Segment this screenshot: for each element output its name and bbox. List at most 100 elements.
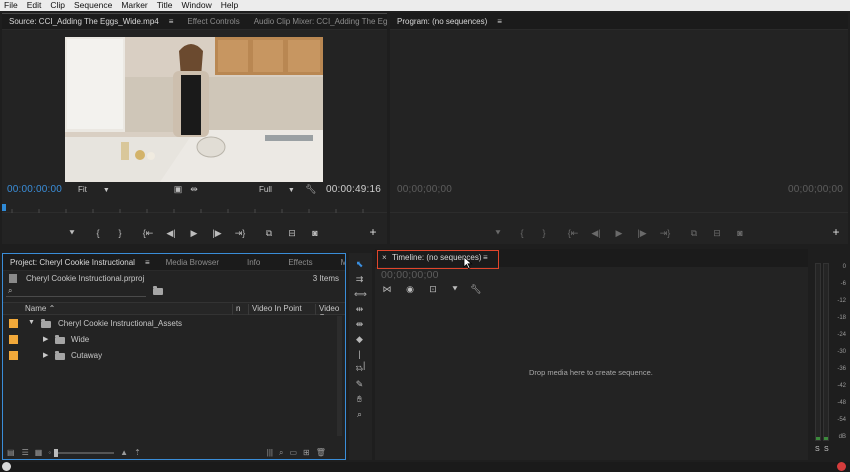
- button-editor-plus-icon[interactable]: +: [830, 226, 842, 238]
- step-back-icon[interactable]: ◀|: [165, 228, 177, 239]
- tab-info[interactable]: Info: [240, 254, 267, 271]
- label-color-swatch[interactable]: [9, 335, 18, 344]
- sort-icons-icon[interactable]: ⇡: [134, 448, 141, 457]
- label-color-swatch[interactable]: [9, 319, 18, 328]
- error-icon[interactable]: [837, 462, 846, 471]
- list-item[interactable]: ▶ Cutaway: [3, 348, 333, 364]
- mark-in-icon[interactable]: {: [92, 228, 104, 239]
- column-n[interactable]: n: [232, 304, 240, 315]
- zoom-out-icon[interactable]: ◦: [48, 448, 51, 457]
- go-to-out-icon[interactable]: ⇥}: [659, 228, 671, 239]
- icon-view-icon[interactable]: ▦: [35, 448, 43, 457]
- tab-program[interactable]: Program: (no sequences): [390, 13, 494, 30]
- mark-in-icon[interactable]: {: [516, 228, 528, 239]
- expand-right-icon[interactable]: ▶: [43, 335, 48, 343]
- automate-to-sequence-icon[interactable]: |||: [267, 448, 273, 457]
- play-icon[interactable]: ▶: [613, 228, 625, 239]
- new-bin-icon[interactable]: [153, 286, 163, 296]
- column-name[interactable]: Name ⌃: [25, 304, 55, 313]
- menu-clip[interactable]: Clip: [50, 0, 65, 11]
- export-frame-icon[interactable]: ◙: [734, 228, 746, 239]
- step-forward-icon[interactable]: |▶: [636, 228, 648, 239]
- label-color-swatch[interactable]: [9, 351, 18, 360]
- insert-nest-icon[interactable]: ⊡: [427, 284, 439, 295]
- column-video-in-point[interactable]: Video In Point: [248, 304, 302, 315]
- solo-right-button[interactable]: S: [824, 446, 829, 453]
- menu-file[interactable]: File: [4, 0, 18, 11]
- tab-markers[interactable]: Mark: [334, 254, 345, 271]
- menu-edit[interactable]: Edit: [27, 0, 42, 11]
- add-marker-icon[interactable]: ⯆: [449, 284, 461, 295]
- menu-help[interactable]: Help: [221, 0, 238, 11]
- selection-tool-icon[interactable]: ⬉: [354, 259, 365, 270]
- new-item-icon[interactable]: ⊞: [303, 448, 310, 457]
- tab-effects[interactable]: Effects: [281, 254, 319, 271]
- track-select-forward-icon[interactable]: ⇉: [354, 274, 365, 285]
- solo-left-button[interactable]: S: [815, 446, 820, 453]
- source-current-timecode[interactable]: 00:00:00:00: [7, 184, 62, 195]
- source-time-ruler[interactable]: [2, 201, 387, 213]
- timeline-timecode[interactable]: 00;00;00;00: [381, 269, 439, 281]
- tab-audio-clip-mixer[interactable]: Audio Clip Mixer: CCI_Adding The Eggs_Wi…: [247, 13, 387, 30]
- step-forward-icon[interactable]: |▶: [211, 228, 223, 239]
- go-to-in-icon[interactable]: {⇤: [567, 228, 579, 239]
- lock-icon[interactable]: ▤: [7, 448, 15, 457]
- lift-icon[interactable]: ⧉: [688, 228, 700, 239]
- source-quality-dropdown[interactable]: Full ▼: [259, 185, 295, 196]
- playhead-marker[interactable]: [2, 204, 6, 211]
- tab-source[interactable]: Source: CCI_Adding The Eggs_Wide.mp4: [2, 13, 166, 30]
- go-to-out-icon[interactable]: ⇥}: [234, 228, 246, 239]
- drag-audio-icon[interactable]: ⇹: [188, 184, 200, 195]
- tab-effect-controls[interactable]: Effect Controls: [180, 13, 246, 30]
- tab-timeline-menu-icon[interactable]: ≡: [483, 253, 488, 262]
- tab-project[interactable]: Project: Cheryl Cookie Instructional: [3, 254, 142, 271]
- menu-title[interactable]: Title: [157, 0, 173, 11]
- zoom-icon[interactable]: ⌕: [354, 409, 365, 420]
- linked-selection-icon[interactable]: ◉: [404, 284, 416, 295]
- razor-icon[interactable]: ◆: [354, 334, 365, 345]
- overwrite-icon[interactable]: ⊟: [286, 228, 298, 239]
- menu-sequence[interactable]: Sequence: [74, 0, 112, 11]
- go-to-in-icon[interactable]: {⇤: [142, 228, 154, 239]
- wrench-icon[interactable]: 🔧︎: [470, 284, 482, 295]
- insert-icon[interactable]: ⧉: [263, 228, 275, 239]
- wrench-icon[interactable]: 🔧︎: [305, 184, 317, 195]
- source-video-frame[interactable]: [65, 37, 323, 182]
- list-item[interactable]: ▼ Cheryl Cookie Instructional_Assets: [3, 316, 333, 332]
- button-editor-plus-icon[interactable]: +: [367, 226, 379, 238]
- menu-window[interactable]: Window: [182, 0, 212, 11]
- close-icon[interactable]: ×: [382, 253, 387, 262]
- zoom-slider[interactable]: [54, 448, 115, 457]
- slide-icon[interactable]: ⇿: [354, 364, 365, 375]
- rate-stretch-icon[interactable]: ⇼: [354, 319, 365, 330]
- ripple-edit-icon[interactable]: ⟺: [354, 289, 367, 300]
- column-video-out[interactable]: Video C: [315, 304, 345, 315]
- source-zoom-dropdown[interactable]: Fit ▼: [78, 185, 110, 196]
- add-marker-icon[interactable]: ⯆: [66, 228, 78, 239]
- step-back-icon[interactable]: ◀|: [590, 228, 602, 239]
- find-icon[interactable]: ⌕: [279, 448, 283, 458]
- mark-out-icon[interactable]: }: [538, 228, 550, 239]
- menu-marker[interactable]: Marker: [121, 0, 147, 11]
- project-scrollbar[interactable]: [337, 316, 342, 436]
- list-item[interactable]: ▶ Wide: [3, 332, 333, 348]
- snap-icon[interactable]: ⋈: [381, 284, 393, 295]
- tab-source-menu-icon[interactable]: ≡: [162, 13, 181, 30]
- extract-icon[interactable]: ⊟: [711, 228, 723, 239]
- tab-media-browser[interactable]: Media Browser: [159, 254, 226, 271]
- add-marker-icon[interactable]: ⯆: [492, 228, 504, 239]
- expand-right-icon[interactable]: ▶: [43, 351, 48, 359]
- expand-down-icon[interactable]: ▼: [28, 319, 35, 326]
- pen-icon[interactable]: ✎: [354, 379, 365, 390]
- clear-icon[interactable]: 🗑︎: [316, 448, 326, 457]
- zoom-in-icon[interactable]: ▲: [120, 448, 128, 457]
- program-time-ruler[interactable]: [390, 201, 848, 213]
- project-search-input[interactable]: ⌕: [6, 286, 146, 297]
- new-bin-icon[interactable]: ▭: [289, 448, 297, 457]
- list-view-icon[interactable]: ☰: [22, 448, 29, 457]
- zoom-slider-thumb[interactable]: [54, 448, 59, 457]
- insert-drag-video-icon[interactable]: ▣: [172, 184, 184, 195]
- export-frame-icon[interactable]: ◙: [309, 228, 321, 239]
- tab-project-menu-icon[interactable]: ≡: [138, 254, 157, 271]
- hand-icon[interactable]: ✋︎: [354, 394, 365, 405]
